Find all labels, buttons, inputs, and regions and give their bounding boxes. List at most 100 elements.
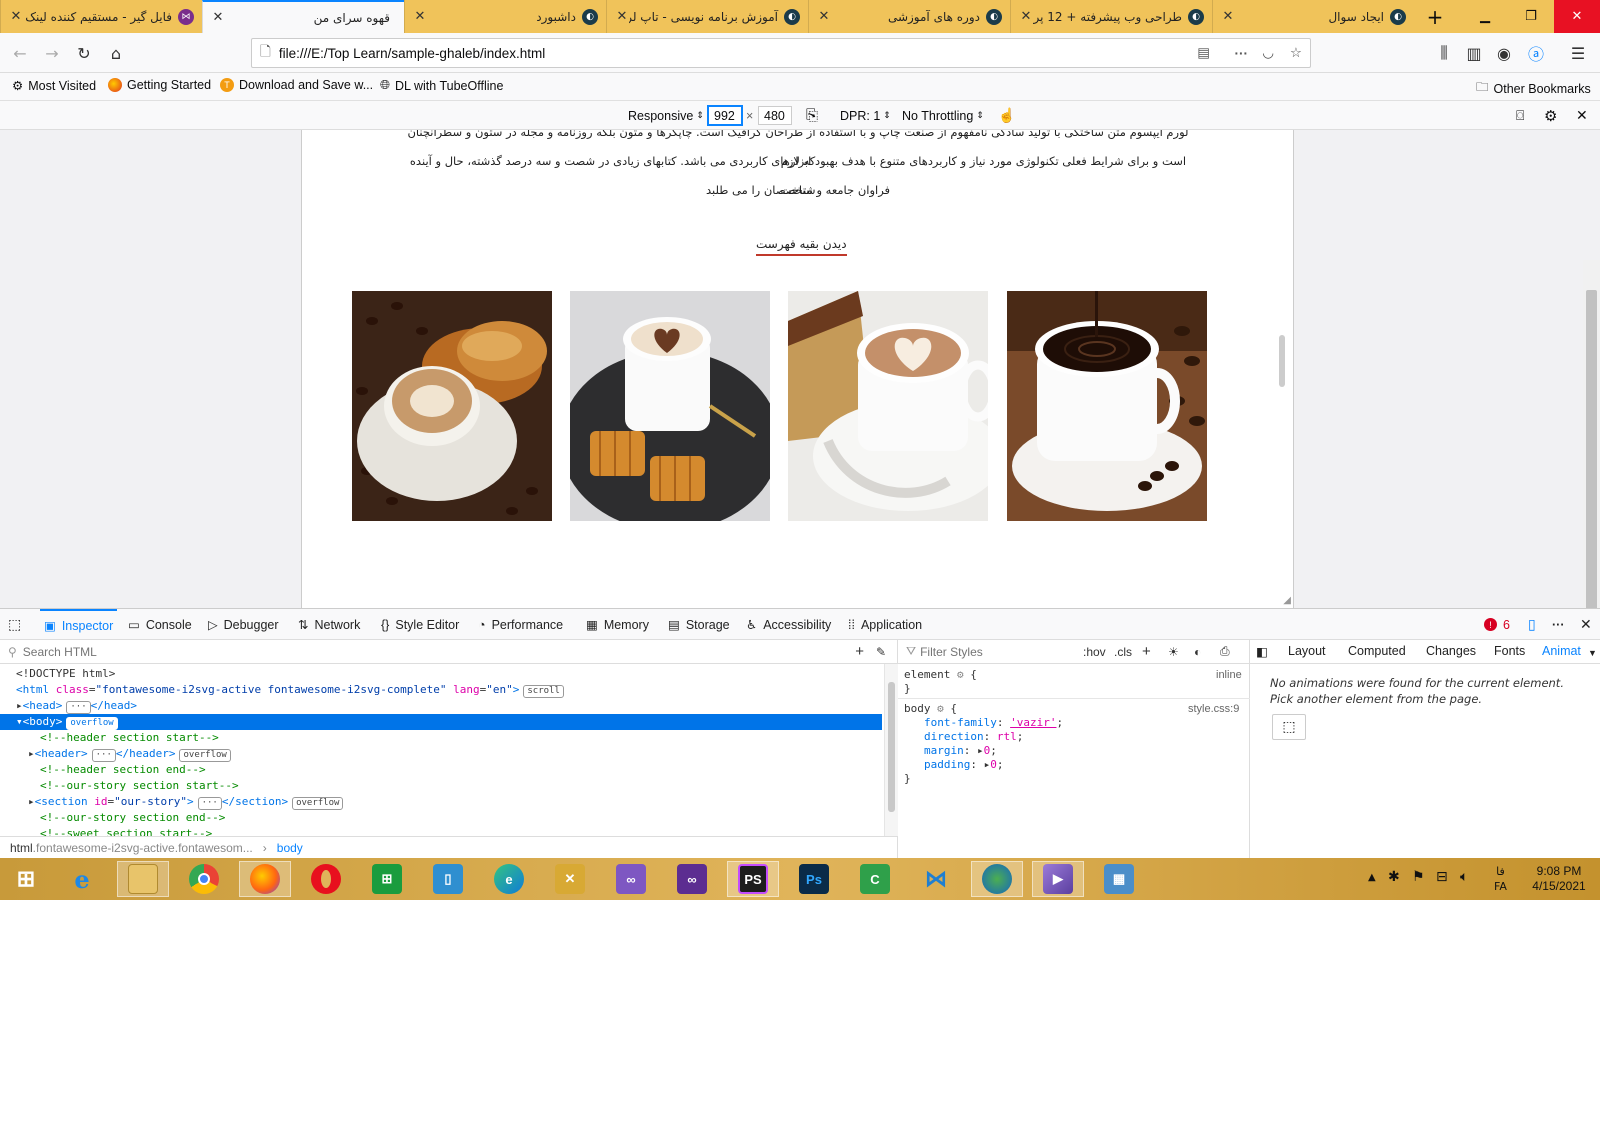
resize-handle-icon[interactable]: ◢ [1283, 595, 1291, 606]
overflow-badge[interactable]: overflow [66, 717, 118, 730]
expand-triangle-icon[interactable]: ▸ [977, 744, 984, 757]
screenshot-icon[interactable]: ⌼ [1516, 106, 1524, 125]
show-hidden-icons[interactable]: ▲ [1368, 872, 1376, 883]
markup-line-comment[interactable]: <!--our-story section start--> [0, 778, 882, 794]
other-bookmarks[interactable]: 🗀 Other Bookmarks [1476, 78, 1591, 99]
collapse-triangle-icon[interactable]: ▾ [16, 715, 23, 728]
markup-line-section[interactable]: ▸<section id="our-story"> ··· </section> ov… [0, 794, 882, 810]
bookmark-star-icon[interactable]: ☆ [1290, 45, 1302, 61]
pocket-icon[interactable]: ◡ [1262, 45, 1274, 61]
page-actions-icon[interactable]: ··· [1235, 46, 1249, 61]
account-icon[interactable]: ◉ [1492, 41, 1516, 65]
light-scheme-icon[interactable]: ☀ [1168, 645, 1179, 659]
device-select[interactable]: Responsive ⇕ [628, 106, 704, 125]
markup-line-head[interactable]: ▸<head> ··· </head> [0, 698, 882, 714]
taskbar-phpstorm[interactable]: PS [727, 861, 779, 897]
restore-icon[interactable]: ❐ [1508, 0, 1554, 33]
close-icon[interactable]: ✕ [211, 10, 225, 25]
close-icon[interactable]: ✕ [1019, 9, 1033, 24]
expand-triangle-icon[interactable]: ▸ [28, 747, 35, 760]
tab-performance[interactable]: ◔ Performance [478, 609, 563, 640]
error-count-badge[interactable]: ! 6 [1484, 609, 1510, 640]
tab-console[interactable]: ▭ Console [128, 609, 192, 640]
tab-accessibility[interactable]: ♿︎ Accessibility [746, 609, 831, 640]
taskbar-tool[interactable]: ✕ [544, 861, 596, 897]
bookmark-most-visited[interactable]: ⚙ Most Visited [12, 78, 96, 94]
bookmark-tubeoffline[interactable]: 🌐︎ DL with TubeOffline [380, 78, 503, 93]
tab-fonts[interactable]: Fonts [1494, 644, 1525, 658]
back-arrow-icon[interactable]: ← [8, 41, 32, 65]
taskbar-vs-preview[interactable]: ∞ [605, 861, 657, 897]
taskbar-edge[interactable]: e [483, 861, 535, 897]
window-close-icon[interactable]: ✕ [1554, 0, 1600, 33]
close-icon[interactable]: ✕ [817, 9, 831, 24]
markup-line-body[interactable]: ▾<body> overflow [0, 714, 882, 730]
pick-element-button[interactable]: ⬚ [1272, 714, 1306, 740]
expand-triangle-icon[interactable]: ▸ [28, 795, 35, 808]
ellipsis-badge[interactable]: ··· [91, 749, 116, 762]
markup-scrollbar-thumb[interactable] [888, 682, 895, 812]
ellipsis-badge[interactable]: ··· [66, 701, 91, 714]
close-icon[interactable]: ✕ [9, 9, 23, 24]
page-viewport[interactable]: لورم ایپسوم متن ساختگی با تولید سادگی نا… [301, 130, 1294, 608]
markup-line-comment[interactable]: <!--sweet section start--> [0, 826, 882, 836]
tab-network[interactable]: ⇅ Network [298, 609, 360, 640]
eyedropper-icon[interactable]: ✎ [876, 645, 886, 659]
tab-changes[interactable]: Changes [1426, 644, 1476, 658]
settings-gear-icon[interactable]: ⚙ [1544, 106, 1557, 125]
rule-source[interactable]: style.css:9 [1188, 702, 1239, 716]
devtools-options-icon[interactable]: ··· [1552, 609, 1565, 640]
bookmark-getting-started[interactable]: Getting Started [108, 78, 211, 92]
taskbar-idm[interactable] [971, 861, 1023, 897]
taskbar-vscode[interactable]: ⋈ [910, 861, 962, 897]
forward-arrow-icon[interactable]: → [40, 41, 64, 65]
markup-line-comment[interactable]: <!--header section start--> [0, 730, 882, 746]
search-html-input[interactable] [22, 644, 803, 659]
hover-toggle[interactable]: :hov [1083, 645, 1106, 659]
see-more-link[interactable]: دیدن بقیه فهرست [756, 237, 847, 256]
tab-inspector[interactable]: ▣ Inspector [40, 609, 118, 640]
close-icon[interactable]: ✕ [1221, 9, 1235, 24]
print-media-icon[interactable]: ⎙ [1220, 644, 1230, 659]
tab-animations[interactable]: Animat [1542, 644, 1581, 658]
taskbar-store[interactable]: ⊞ [361, 861, 413, 897]
devtools-close-icon[interactable]: ✕ [1580, 609, 1592, 640]
extension-icon[interactable]: ⓐ [1524, 41, 1548, 65]
url-bar[interactable]: 🗋 file:///E:/Top Learn/sample-ghaleb/ind… [251, 38, 1311, 68]
clock[interactable]: 9:08 PM 4/15/2021 [1524, 864, 1594, 894]
network-tray-icon[interactable]: ⊟ [1436, 869, 1448, 885]
close-icon[interactable]: ✕ [413, 9, 427, 24]
scroll-badge[interactable]: scroll [523, 685, 564, 698]
speaker-icon[interactable]: 🔈︎ [1460, 869, 1468, 885]
tab-debugger[interactable]: ▷ Debugger [208, 609, 279, 640]
touch-simulation-icon[interactable]: ☝ [998, 106, 1015, 125]
taskbar-opera[interactable] [300, 861, 352, 897]
tab-web-design[interactable]: ◐ طراحی وب پیشرفته + 12 پروژه ✕ [1010, 0, 1212, 33]
tray-bug-icon[interactable]: ✱ [1388, 869, 1400, 885]
declaration[interactable]: padding: ▸0; [924, 758, 1003, 772]
taskbar-media[interactable]: ▶ [1032, 861, 1084, 897]
viewport-width-input[interactable]: 992 [708, 106, 742, 125]
markup-scrollbar[interactable] [884, 664, 898, 836]
expand-triangle-icon[interactable]: ▸ [16, 699, 23, 712]
rule-body-header[interactable]: body ⚙ { [904, 702, 957, 716]
flag-icon[interactable]: ⚑ [1412, 869, 1425, 885]
tab-memory[interactable]: ▦ Memory [586, 609, 649, 640]
tab-ask-question[interactable]: ◐ ایجاد سوال ✕ [1212, 0, 1414, 33]
declaration[interactable]: margin: ▸0; [924, 744, 997, 758]
overflow-badge[interactable]: overflow [179, 749, 231, 762]
filter-styles-input[interactable] [920, 644, 1071, 659]
taskbar-app[interactable]: ▯ [422, 861, 474, 897]
toggle-pane-icon[interactable]: ◧ [1256, 644, 1268, 659]
markup-line-doctype[interactable]: <!DOCTYPE html> [0, 666, 882, 682]
sidebar-icon[interactable]: ▥ [1462, 41, 1486, 65]
gear-icon[interactable]: ⚙ [937, 702, 944, 715]
markup-line-header[interactable]: ▸<header> ··· </header> overflow [0, 746, 882, 762]
new-tab-plus-icon[interactable]: + [1418, 0, 1452, 33]
taskbar-camtasia[interactable]: C [849, 861, 901, 897]
breadcrumb-html-classes[interactable]: .fontawesome-i2svg-active.fontawesom... [33, 841, 253, 855]
breadcrumb-body[interactable]: body [277, 841, 303, 855]
throttling-select[interactable]: No Throttling ⇕ [902, 106, 984, 125]
tab-courses[interactable]: ◐ دوره های آموزشی ✕ [808, 0, 1010, 33]
reader-view-icon[interactable]: ▤ [1197, 45, 1210, 61]
